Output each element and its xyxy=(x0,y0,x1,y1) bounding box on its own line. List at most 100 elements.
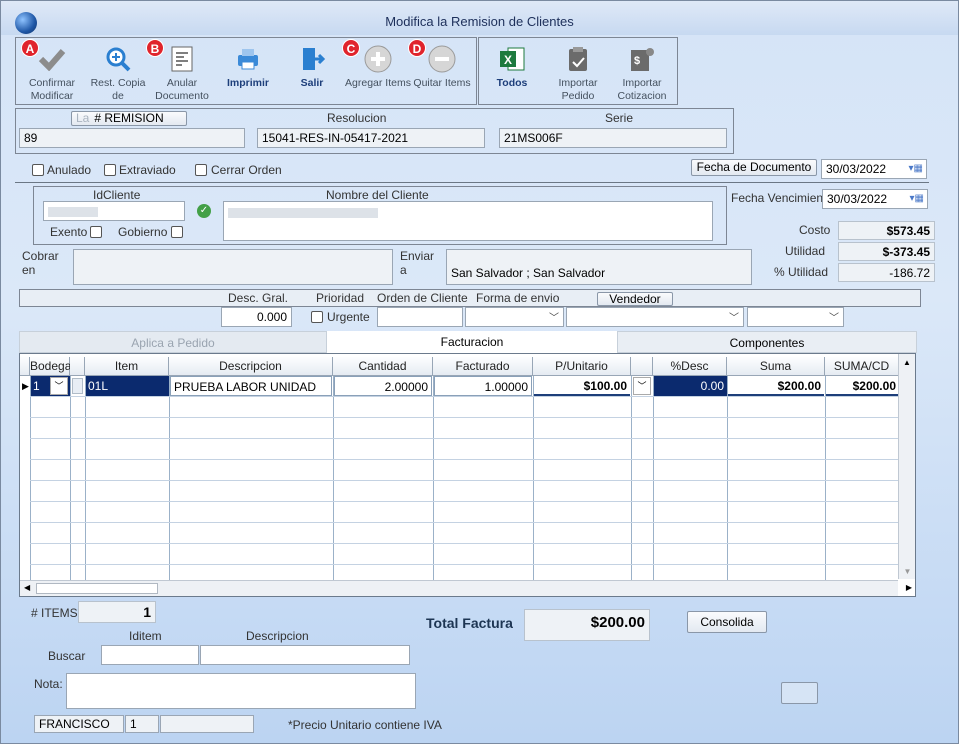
urgente-label: Urgente xyxy=(327,310,370,324)
items-count-value: 1 xyxy=(78,601,156,623)
gobierno-checkbox[interactable] xyxy=(171,226,183,238)
forma-envio-select[interactable]: ﹀ xyxy=(465,307,564,327)
orden-cliente-field[interactable] xyxy=(377,307,463,327)
remision-label-button[interactable]: La # REMISION xyxy=(71,111,187,126)
title-bar: Modifica la Remision de Clientes xyxy=(1,1,958,35)
anulado-label: Anulado xyxy=(47,163,92,177)
cell-suma[interactable]: $200.00 xyxy=(728,376,824,396)
vertical-scrollbar[interactable]: ▲ ▼ xyxy=(898,354,915,579)
desc-gral-field[interactable]: 0.000 xyxy=(221,307,292,327)
col-header-bodega[interactable]: Bodega xyxy=(30,357,71,376)
badge-d: D xyxy=(408,39,426,57)
pct-utilidad-label: % Utilidad xyxy=(774,265,829,279)
enviar-a-field[interactable]: San Salvador ; San Salvador xyxy=(446,249,752,285)
col-header-item[interactable]: Item xyxy=(85,357,169,376)
exit-door-icon xyxy=(297,44,327,74)
buscar-iditem-input[interactable] xyxy=(101,645,199,665)
pct-utilidad-value: -186.72 xyxy=(838,263,935,282)
col-header-facturado[interactable]: Facturado xyxy=(433,357,533,376)
col-header-desc[interactable]: %Desc xyxy=(653,357,727,376)
excel-icon: X xyxy=(497,44,527,74)
zoom-in-icon xyxy=(103,44,133,74)
fecha-documento-label[interactable]: Fecha de Documento xyxy=(691,159,817,176)
cell-suma-cd[interactable]: $200.00 xyxy=(825,376,899,396)
horizontal-scrollbar[interactable]: ◀ ▶ xyxy=(20,580,912,596)
unitario-dropdown[interactable]: ﹀ xyxy=(633,377,651,395)
cerrar-orden-checkbox[interactable] xyxy=(195,164,207,176)
idcliente-field[interactable] xyxy=(43,201,185,221)
nota-textarea[interactable] xyxy=(66,673,416,709)
imprimir-button[interactable]: Imprimir xyxy=(215,39,281,105)
cell-cantidad[interactable]: 2.00000 xyxy=(334,376,432,396)
fecha-documento-field[interactable]: 30/03/2022 ▾▦ xyxy=(821,159,927,179)
col-header-cantidad[interactable]: Cantidad xyxy=(333,357,433,376)
costo-label: Costo xyxy=(799,223,831,237)
buscar-label: Buscar xyxy=(48,649,86,663)
cell-bodega[interactable]: 1 xyxy=(30,376,50,396)
tab-facturacion[interactable]: Facturacion xyxy=(327,331,617,353)
desc-gral-value: 0.000 xyxy=(256,310,287,324)
scroll-down-icon[interactable]: ▼ xyxy=(899,567,915,576)
chevron-down-icon-2: ﹀ xyxy=(729,313,739,324)
calendar-icon[interactable]: ▾▦ xyxy=(909,163,923,174)
importar-cotizacion-button[interactable]: $ Importar Cotizacion xyxy=(609,39,675,105)
extraviado-checkbox[interactable] xyxy=(104,164,116,176)
extra-select[interactable]: ﹀ xyxy=(747,307,844,327)
buscar-descripcion-input[interactable] xyxy=(200,645,410,665)
minus-circle-icon xyxy=(427,44,457,74)
tab-componentes[interactable]: Componentes xyxy=(617,331,917,353)
serie-field[interactable]: 21MS006F xyxy=(499,128,727,148)
items-grid[interactable]: Bodega Item Descripcion Cantidad Factura… xyxy=(19,353,916,597)
exento-checkbox[interactable] xyxy=(90,226,102,238)
row-blank-cell xyxy=(72,378,83,394)
consolida-button[interactable]: Consolida xyxy=(687,611,767,633)
serie-label: Serie xyxy=(605,111,634,125)
col-header-suma[interactable]: Suma xyxy=(727,357,825,376)
resolucion-label: Resolucion xyxy=(327,111,387,125)
scroll-up-icon[interactable]: ▲ xyxy=(899,354,915,367)
fecha-vencimiento-value: 30/03/2022 xyxy=(827,192,888,206)
gobierno-label: Gobierno xyxy=(118,225,168,239)
todos-excel-button[interactable]: X Todos xyxy=(479,39,545,105)
cell-unitario[interactable]: $100.00 xyxy=(534,376,630,396)
vendedor-button[interactable]: Vendedor xyxy=(597,292,673,306)
anulado-checkbox[interactable] xyxy=(32,164,44,176)
cerrar-orden-label: Cerrar Orden xyxy=(211,163,282,177)
remision-field[interactable]: 89 xyxy=(19,128,245,148)
resolucion-field[interactable]: 15041-RES-IN-05417-2021 xyxy=(257,128,485,148)
tab-aplica-pedido[interactable]: Aplica a Pedido xyxy=(19,331,327,353)
cobrar-en-field[interactable] xyxy=(73,249,393,285)
urgente-checkbox[interactable] xyxy=(311,311,323,323)
invoice-user-icon: $ xyxy=(627,44,657,74)
faded-label: La xyxy=(76,111,90,125)
badge-b: B xyxy=(146,39,164,57)
col-header-descripcion[interactable]: Descripcion xyxy=(169,357,333,376)
total-factura-value: $200.00 xyxy=(524,609,650,641)
precio-note: *Precio Unitario contiene IVA xyxy=(288,718,442,732)
cell-desc[interactable]: 0.00 xyxy=(653,376,727,396)
total-factura-label: Total Factura xyxy=(426,615,513,631)
scroll-left-icon[interactable]: ◀ xyxy=(24,583,30,592)
cell-item[interactable]: 01L xyxy=(85,376,169,396)
idcliente-label: IdCliente xyxy=(93,188,141,202)
calendar-icon-2[interactable]: ▾▦ xyxy=(910,193,924,204)
cell-descripcion[interactable]: PRUEBA LABOR UNIDAD xyxy=(170,376,332,396)
importar-pedido-button[interactable]: Importar Pedido xyxy=(545,39,611,105)
blank-button[interactable] xyxy=(781,682,818,704)
salir-button[interactable]: Salir xyxy=(279,39,345,105)
cell-facturado[interactable]: 1.00000 xyxy=(434,376,532,396)
fecha-vencimiento-field[interactable]: 30/03/2022 ▾▦ xyxy=(822,189,928,209)
fecha-documento-value: 30/03/2022 xyxy=(826,162,887,176)
vendedor-select[interactable]: ﹀ xyxy=(566,307,744,327)
col-header-suma-cd[interactable]: SUMA/CD xyxy=(825,357,899,376)
options-strip xyxy=(19,289,921,307)
rest-copia-button[interactable]: Rest. Copia de xyxy=(85,39,151,105)
fecha-vencimiento-label: Fecha Vencimien xyxy=(731,191,824,205)
chevron-down-icon-3: ﹀ xyxy=(829,313,839,324)
scroll-right-icon[interactable]: ▶ xyxy=(906,583,912,592)
col-header-unitario[interactable]: P/Unitario xyxy=(533,357,631,376)
scroll-thumb[interactable] xyxy=(36,583,158,594)
nombre-cliente-field[interactable] xyxy=(223,201,713,241)
checkmark-icon xyxy=(37,44,67,74)
bodega-dropdown[interactable]: ﹀ xyxy=(50,377,68,395)
